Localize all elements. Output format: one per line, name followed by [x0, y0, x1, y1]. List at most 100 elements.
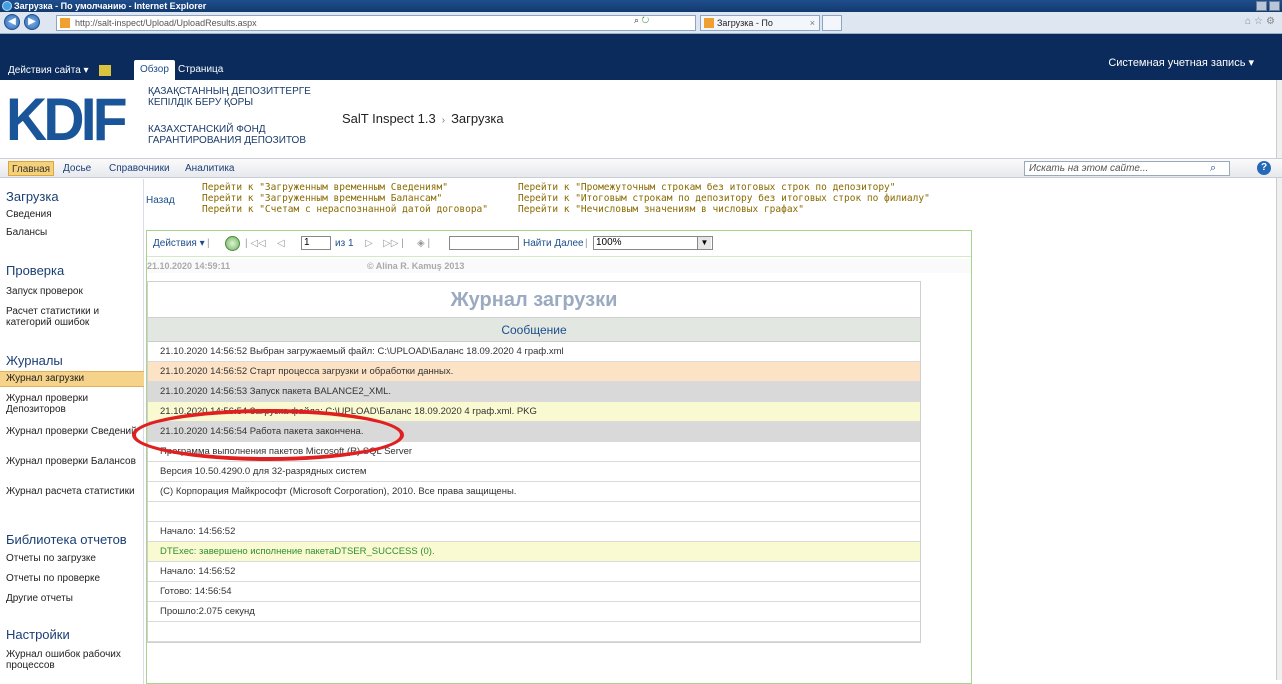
nav-item-statistics[interactable]: Расчет статистики и категорий ошибок [6, 306, 140, 328]
favicon-icon [60, 18, 70, 28]
nav-item-depositors-journal[interactable]: Журнал проверки Депозиторов [6, 393, 140, 415]
table-row [148, 502, 920, 522]
forward-nav-icon[interactable]: ▶ [24, 14, 40, 30]
report-timestamp: 21.10.2020 14:59:11 [147, 261, 231, 271]
refresh-report-icon[interactable] [225, 236, 240, 251]
report-toolbar: Действия ▾ | | ◁◁ ◁ 1 из 1 ▷ ▷▷ | ◈ | На… [147, 231, 971, 257]
nav-group-upload[interactable]: Загрузка [6, 189, 59, 204]
link-unrecognized-dates[interactable]: Перейти к "Счетам с нераспознанной датой… [202, 205, 488, 215]
site-actions-menu[interactable]: Действия сайта ▾ [8, 65, 112, 76]
tab-close-icon[interactable]: × [810, 16, 815, 30]
folder-icon[interactable] [99, 65, 112, 76]
last-page-icon[interactable]: ▷▷ | [383, 238, 404, 249]
find-next-link[interactable]: Найти Далее [523, 238, 584, 249]
chevron-down-icon[interactable]: ▼ [697, 237, 711, 249]
table-row: Версия 10.50.4290.0 для 32-разрядных сис… [148, 462, 920, 482]
address-bar: ◀ ▶ http://salt-inspect/Upload/UploadRes… [0, 12, 1282, 42]
table-row: Начало: 14:56:52 [148, 522, 920, 542]
nav-group-check[interactable]: Проверка [6, 263, 64, 278]
table-row: Готово: 14:56:54 [148, 582, 920, 602]
report-meta: 21.10.2020 14:59:11 © Alina R. Kamuş 201… [147, 259, 971, 273]
tab-browse[interactable]: Обзор [134, 60, 175, 80]
search-refresh-controls[interactable]: ⌕ ↻ [634, 15, 694, 29]
search-go-icon[interactable]: ⌕ [1210, 162, 1216, 175]
journal-table: Журнал загрузки Сообщение 21.10.2020 14:… [147, 281, 921, 643]
nav-group-journals[interactable]: Журналы [6, 353, 63, 368]
next-page-icon[interactable]: ▷ [365, 238, 373, 249]
help-icon[interactable]: ? [1257, 161, 1271, 175]
breadcrumb-page: Загрузка [451, 111, 504, 126]
top-navigation: Главная Досье Справочники Аналитика Иска… [0, 158, 1282, 178]
browser-tab[interactable]: Загрузка - По умолчанию × [700, 15, 820, 42]
breadcrumb-site[interactable]: SalT Inspect 1.3 [342, 111, 436, 126]
annotation-ellipse [132, 409, 404, 461]
zoom-select[interactable]: 100% ▼ [593, 236, 713, 250]
journal-rows: 21.10.2020 14:56:52 Выбран загружаемый ф… [148, 342, 920, 642]
url-text: http://salt-inspect/Upload/UploadResults… [75, 18, 257, 28]
nav-item-statistics-journal[interactable]: Журнал расчета статистики [6, 486, 140, 497]
topnav-references[interactable]: Справочники [106, 161, 173, 176]
page-number-input[interactable]: 1 [301, 236, 331, 250]
topnav-dossier[interactable]: Досье [60, 161, 94, 176]
back-link[interactable]: Назад [146, 195, 175, 206]
link-total-rows[interactable]: Перейти к "Итоговым строкам по депозитор… [518, 194, 930, 204]
org-name-ru: КАЗАХСТАНСКИЙ ФОНД ГАРАНТИРОВАНИЯ ДЕПОЗИ… [148, 124, 306, 146]
refresh-icon[interactable]: ↻ [642, 15, 650, 25]
new-tab-button[interactable] [822, 15, 842, 31]
nav-item-records[interactable]: Сведения [6, 209, 140, 220]
site-header: KDIF ҚАЗАҚСТАННЫҢ ДЕПОЗИТТЕРГЕ КЕПІЛДІК … [0, 80, 1282, 156]
window-title: Загрузка - По умолчанию - Internet Explo… [14, 1, 207, 11]
prev-page-icon[interactable]: ◁ [277, 238, 285, 249]
table-row: 21.10.2020 14:56:52 Старт процесса загру… [148, 362, 920, 382]
topnav-analytics[interactable]: Аналитика [182, 161, 238, 176]
table-row [148, 622, 920, 642]
back-nav-icon[interactable]: ◀ [4, 14, 20, 30]
org-name-kz: ҚАЗАҚСТАННЫҢ ДЕПОЗИТТЕРГЕ КЕПІЛДІК БЕРУ … [148, 86, 311, 108]
table-row: DTExec: завершено исполнение пакетаDTSER… [148, 542, 920, 562]
nav-item-upload-journal[interactable]: Журнал загрузки [0, 371, 144, 387]
tab-favicon-icon [704, 18, 714, 28]
link-intermediate-rows[interactable]: Перейти к "Промежуточным строкам без ито… [518, 183, 896, 193]
account-menu[interactable]: Системная учетная запись ▾ [1108, 56, 1254, 69]
nav-item-run-checks[interactable]: Запуск проверок [6, 286, 140, 297]
window-controls[interactable] [1256, 1, 1280, 11]
nav-item-balances-journal[interactable]: Журнал проверки Балансов [6, 456, 140, 467]
tab-page[interactable]: Страница [172, 60, 229, 80]
page-count: из 1 [335, 238, 354, 249]
nav-item-balances[interactable]: Балансы [6, 227, 140, 238]
topnav-home[interactable]: Главная [8, 161, 55, 176]
nav-item-process-errors[interactable]: Журнал ошибок рабочих процессов [6, 649, 140, 671]
link-temp-records[interactable]: Перейти к "Загруженным временным Сведени… [202, 183, 448, 193]
actions-menu[interactable]: Действия ▾ [153, 238, 205, 249]
nav-item-upload-reports[interactable]: Отчеты по загрузке [6, 553, 140, 564]
url-input[interactable]: http://salt-inspect/Upload/UploadResults… [56, 15, 696, 31]
ie-logo-icon [2, 1, 12, 11]
nav-group-settings[interactable]: Настройки [6, 627, 70, 642]
kdif-logo[interactable]: KDIF [6, 90, 128, 150]
nav-group-reports[interactable]: Библиотека отчетов [6, 532, 127, 547]
report-title: Журнал загрузки [148, 282, 920, 318]
nav-item-check-reports[interactable]: Отчеты по проверке [6, 573, 140, 584]
table-row: (C) Корпорация Майкрософт (Microsoft Cor… [148, 482, 920, 502]
window-titlebar: Загрузка - По умолчанию - Internet Explo… [0, 0, 1282, 12]
ribbon: Действия сайта ▾ Обзор Страница Системна… [0, 34, 1282, 80]
breadcrumb: SalT Inspect 1.3 › Загрузка [342, 111, 504, 126]
link-nonnumeric-values[interactable]: Перейти к "Нечисловым значениям в числов… [518, 205, 804, 215]
nav-item-records-journal[interactable]: Журнал проверки Сведений [6, 426, 140, 437]
column-header-message: Сообщение [148, 318, 920, 342]
find-input[interactable] [449, 236, 519, 250]
toolbar-icons[interactable]: ⌂☆⚙ [1245, 16, 1278, 27]
table-row: 21.10.2020 14:56:52 Выбран загружаемый ф… [148, 342, 920, 362]
table-row: Прошло:2.075 секунд [148, 602, 920, 622]
nav-item-other-reports[interactable]: Другие отчеты [6, 593, 140, 604]
first-page-icon[interactable]: | ◁◁ [245, 238, 266, 249]
site-search-input[interactable]: Искать на этом сайте... [1024, 161, 1230, 176]
table-row: 21.10.2020 14:56:53 Запуск пакета BALANC… [148, 382, 920, 402]
link-temp-balances[interactable]: Перейти к "Загруженным временным Баланса… [202, 194, 442, 204]
report-copyright: © Alina R. Kamuş 2013 [367, 261, 465, 271]
left-navigation: Загрузка Сведения Балансы Проверка Запус… [0, 179, 144, 684]
table-row: Начало: 14:56:52 [148, 562, 920, 582]
back-parent-icon[interactable]: ◈ | [417, 238, 430, 249]
breadcrumb-separator-icon: › [441, 115, 446, 126]
search-icon[interactable]: ⌕ [634, 15, 639, 25]
